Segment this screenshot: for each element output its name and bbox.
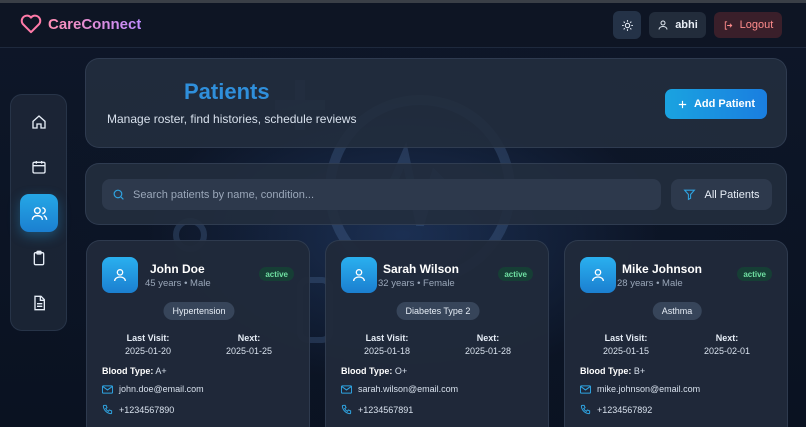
sidebar	[10, 94, 67, 331]
patient-meta: 28 years • Male	[617, 278, 683, 289]
brand-name: CareConnect	[48, 15, 142, 33]
calendar-icon	[32, 161, 46, 174]
logout-icon	[724, 20, 733, 30]
blood-type-label: Blood Type:	[102, 366, 154, 376]
avatar	[102, 257, 138, 293]
patient-name: Sarah Wilson	[383, 262, 459, 276]
next-visit-label: Next:	[715, 333, 739, 343]
filter-label: All Patients	[704, 188, 760, 201]
sidebar-item-home[interactable]	[20, 103, 58, 141]
user-name: abhi	[675, 19, 698, 31]
blood-type-label: Blood Type:	[341, 366, 393, 376]
sidebar-item-calendar[interactable]	[20, 148, 58, 186]
patient-card[interactable]: Sarah Wilson 32 years • Female active Diabe…	[325, 240, 549, 427]
status-badge: active	[498, 267, 533, 281]
next-visit-label: Next:	[476, 333, 500, 343]
email-row[interactable]: sarah.wilson@email.com	[341, 384, 458, 394]
user-icon	[592, 269, 604, 282]
blood-type: Blood Type: B+	[580, 366, 645, 376]
patient-meta: 32 years • Female	[378, 278, 455, 289]
mail-icon	[102, 384, 113, 394]
sidebar-item-patients[interactable]	[20, 194, 58, 232]
page-subtitle: Manage roster, find histories, schedule …	[107, 112, 357, 126]
phone-row[interactable]: +1234567890	[102, 404, 174, 415]
last-visit-date: 2025-01-18	[363, 346, 411, 356]
next-visit-date: 2025-01-28	[464, 346, 512, 356]
filter-icon	[683, 189, 697, 201]
email-text: sarah.wilson@email.com	[358, 384, 459, 394]
sidebar-item-documents[interactable]	[20, 284, 58, 322]
user-icon	[353, 269, 365, 282]
search-icon	[113, 189, 124, 200]
sidebar-item-clipboard[interactable]	[20, 239, 58, 277]
add-patient-label: Add Patient	[693, 98, 756, 110]
email-row[interactable]: john.doe@email.com	[102, 384, 204, 394]
plus-icon	[678, 100, 687, 108]
phone-row[interactable]: +1234567891	[341, 404, 413, 415]
patient-name: Mike Johnson	[622, 262, 703, 276]
phone-icon	[580, 404, 591, 415]
page-title: Patients	[184, 79, 270, 104]
blood-type: Blood Type: A+	[102, 366, 167, 376]
blood-type-value: O+	[394, 366, 408, 376]
document-icon	[34, 295, 45, 311]
add-patient-button[interactable]: Add Patient	[665, 89, 767, 119]
phone-text: +1234567892	[597, 404, 653, 415]
patient-name: John Doe	[150, 262, 205, 276]
next-visit-date: 2025-02-01	[703, 346, 751, 356]
phone-text: +1234567890	[119, 404, 175, 415]
blood-type-value: B+	[633, 366, 646, 376]
search-card: All Patients	[85, 163, 787, 225]
condition-tag: Hypertension	[163, 302, 235, 320]
last-visit-date: 2025-01-15	[602, 346, 650, 356]
logout-label: Logout	[739, 19, 774, 31]
last-visit-date: 2025-01-20	[124, 346, 172, 356]
email-text: john.doe@email.com	[119, 384, 204, 394]
logout-button[interactable]: Logout	[714, 12, 782, 38]
patient-card[interactable]: Mike Johnson 28 years • Male active Asthma L…	[564, 240, 788, 427]
heart-icon	[20, 14, 42, 34]
clipboard-icon	[33, 250, 45, 266]
phone-text: +1234567891	[358, 404, 414, 415]
avatar	[341, 257, 377, 293]
blood-type: Blood Type: O+	[341, 366, 407, 376]
blood-type-label: Blood Type:	[580, 366, 632, 376]
mail-icon	[580, 384, 591, 394]
phone-row[interactable]: +1234567892	[580, 404, 652, 415]
last-visit-label: Last Visit:	[365, 333, 409, 343]
mail-icon	[341, 384, 352, 394]
last-visit-label: Last Visit:	[604, 333, 648, 343]
search-box[interactable]	[102, 179, 661, 210]
status-badge: active	[259, 267, 294, 281]
patient-meta: 45 years • Male	[145, 278, 211, 289]
condition-tag: Asthma	[652, 302, 702, 320]
user-icon	[658, 20, 668, 30]
user-menu-button[interactable]: abhi	[649, 12, 706, 38]
home-icon	[32, 115, 46, 129]
search-input[interactable]	[133, 188, 633, 201]
condition-tag: Diabetes Type 2	[396, 302, 480, 320]
avatar	[580, 257, 616, 293]
user-icon	[114, 269, 126, 282]
sun-icon	[621, 19, 633, 31]
brand[interactable]: CareConnect	[20, 14, 141, 34]
patient-card[interactable]: John Doe 45 years • Male active Hypertensio…	[86, 240, 310, 427]
next-visit-label: Next:	[237, 333, 261, 343]
next-visit-date: 2025-01-25	[225, 346, 273, 356]
app-header: CareConnect abhi Logout	[0, 3, 806, 48]
theme-toggle-button[interactable]	[613, 11, 641, 39]
users-icon	[31, 206, 47, 220]
phone-icon	[341, 404, 352, 415]
last-visit-label: Last Visit:	[126, 333, 170, 343]
page-header-card: Patients Manage roster, find histories, …	[85, 58, 787, 148]
filter-dropdown[interactable]: All Patients	[671, 179, 772, 210]
status-badge: active	[737, 267, 772, 281]
blood-type-value: A+	[155, 366, 167, 376]
phone-icon	[102, 404, 113, 415]
email-text: mike.johnson@email.com	[597, 384, 701, 394]
email-row[interactable]: mike.johnson@email.com	[580, 384, 700, 394]
